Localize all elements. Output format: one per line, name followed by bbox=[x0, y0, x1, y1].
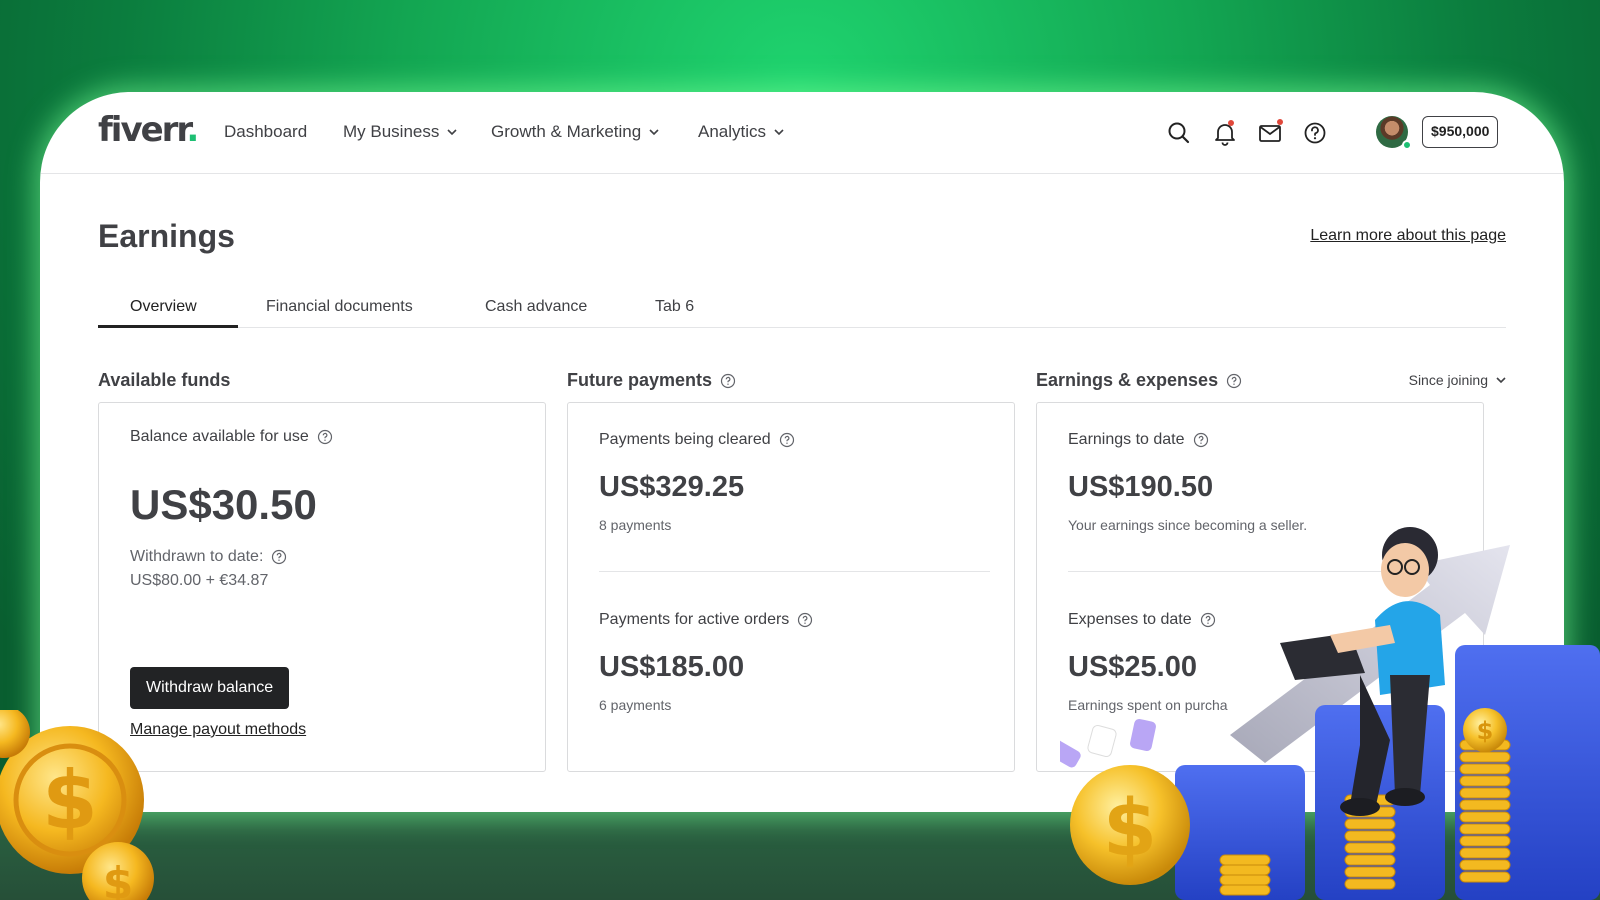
available-funds-label: Available funds bbox=[98, 370, 231, 390]
nav-growth-marketing[interactable]: Growth & Marketing bbox=[491, 122, 659, 142]
nav-analytics[interactable]: Analytics bbox=[698, 122, 784, 142]
bell-icon[interactable] bbox=[1212, 120, 1238, 146]
earnings-expenses-panel: Earnings to date US$190.50 Your earnings… bbox=[1036, 402, 1484, 772]
expenses-to-date-amount: US$25.00 bbox=[1068, 651, 1197, 683]
chevron-down-icon bbox=[649, 129, 659, 136]
help-circle-icon[interactable] bbox=[779, 432, 795, 448]
expenses-to-date-label: Expenses to date bbox=[1068, 611, 1216, 629]
tab-financial-documents[interactable]: Financial documents bbox=[266, 298, 413, 316]
help-circle-icon[interactable] bbox=[1193, 432, 1209, 448]
help-circle-icon[interactable] bbox=[1200, 612, 1216, 628]
help-circle-icon[interactable] bbox=[720, 373, 736, 389]
tab-bar: Overview Financial documents Cash advanc… bbox=[98, 288, 1506, 328]
active-orders-label-text: Payments for active orders bbox=[599, 611, 790, 628]
chevron-down-icon bbox=[447, 129, 457, 136]
nav-my-business-label: My Business bbox=[343, 122, 440, 141]
available-funds-title: Available funds bbox=[98, 370, 230, 391]
withdrawn-label: Withdrawn to date: bbox=[130, 548, 287, 566]
nav-my-business[interactable]: My Business bbox=[343, 122, 457, 142]
notification-dot bbox=[1228, 120, 1234, 126]
withdrawn-label-text: Withdrawn to date: bbox=[130, 548, 264, 565]
payments-cleared-label-text: Payments being cleared bbox=[599, 431, 771, 448]
earnings-to-date-label: Earnings to date bbox=[1068, 431, 1209, 449]
withdrawn-value: US$80.00 + €34.87 bbox=[130, 572, 269, 589]
earnings-to-date-amount: US$190.50 bbox=[1068, 471, 1214, 503]
learn-more-link[interactable]: Learn more about this page bbox=[1310, 227, 1506, 245]
payments-cleared-label: Payments being cleared bbox=[599, 431, 795, 449]
chevron-down-icon bbox=[1496, 377, 1506, 384]
payments-cleared-count: 8 payments bbox=[599, 517, 672, 533]
earnings-expenses-label: Earnings & expenses bbox=[1036, 370, 1219, 390]
expenses-to-date-label-text: Expenses to date bbox=[1068, 611, 1192, 628]
future-payments-label: Future payments bbox=[567, 370, 713, 390]
help-circle-icon[interactable] bbox=[1226, 373, 1242, 389]
period-dropdown[interactable]: Since joining bbox=[1409, 372, 1506, 388]
top-nav: fiverr. Dashboard My Business Growth & M… bbox=[40, 92, 1564, 174]
help-circle-icon[interactable] bbox=[271, 549, 287, 565]
balance-button[interactable]: $950,000 bbox=[1422, 116, 1499, 148]
future-payments-title: Future payments bbox=[567, 370, 736, 391]
panel-divider bbox=[599, 571, 990, 572]
payments-cleared-amount: US$329.25 bbox=[599, 471, 745, 503]
nav-growth-marketing-label: Growth & Marketing bbox=[491, 122, 642, 141]
help-icon[interactable] bbox=[1302, 120, 1328, 146]
active-orders-count: 6 payments bbox=[599, 697, 672, 713]
panel-divider bbox=[1068, 571, 1459, 572]
period-dropdown-value: Since joining bbox=[1408, 372, 1488, 388]
tab-overview[interactable]: Overview bbox=[130, 298, 197, 316]
help-circle-icon[interactable] bbox=[797, 612, 813, 628]
active-orders-label: Payments for active orders bbox=[599, 611, 813, 629]
earnings-to-date-label-text: Earnings to date bbox=[1068, 431, 1185, 448]
earnings-to-date-description: Your earnings since becoming a seller. bbox=[1068, 517, 1308, 533]
active-tab-indicator bbox=[98, 325, 238, 328]
tab-cash-advance[interactable]: Cash advance bbox=[485, 298, 587, 316]
balance-label: Balance available for use bbox=[130, 428, 333, 446]
tab-6[interactable]: Tab 6 bbox=[655, 298, 694, 316]
balance-amount: US$30.50 bbox=[130, 481, 317, 528]
fiverr-logo[interactable]: fiverr. bbox=[98, 110, 199, 150]
search-icon[interactable] bbox=[1166, 120, 1192, 146]
future-payments-panel: Payments being cleared US$329.25 8 payme… bbox=[567, 402, 1015, 772]
available-funds-panel: Balance available for use US$30.50 Withd… bbox=[98, 402, 546, 772]
nav-dashboard[interactable]: Dashboard bbox=[224, 122, 307, 142]
expenses-to-date-description: Earnings spent on purcha bbox=[1068, 697, 1228, 713]
active-orders-amount: US$185.00 bbox=[599, 651, 745, 683]
withdraw-balance-button[interactable]: Withdraw balance bbox=[130, 667, 290, 709]
earnings-expenses-title: Earnings & expenses bbox=[1036, 370, 1242, 391]
message-dot bbox=[1277, 119, 1283, 125]
manage-payout-methods-link[interactable]: Manage payout methods bbox=[130, 721, 306, 739]
help-circle-icon[interactable] bbox=[317, 429, 333, 445]
online-status-dot bbox=[1402, 140, 1412, 150]
chevron-down-icon bbox=[774, 129, 784, 136]
nav-dashboard-label: Dashboard bbox=[224, 122, 308, 141]
nav-analytics-label: Analytics bbox=[698, 122, 767, 141]
balance-label-text: Balance available for use bbox=[130, 428, 309, 445]
page-title: Earnings bbox=[98, 218, 235, 254]
app-window: fiverr. Dashboard My Business Growth & M… bbox=[40, 92, 1564, 812]
